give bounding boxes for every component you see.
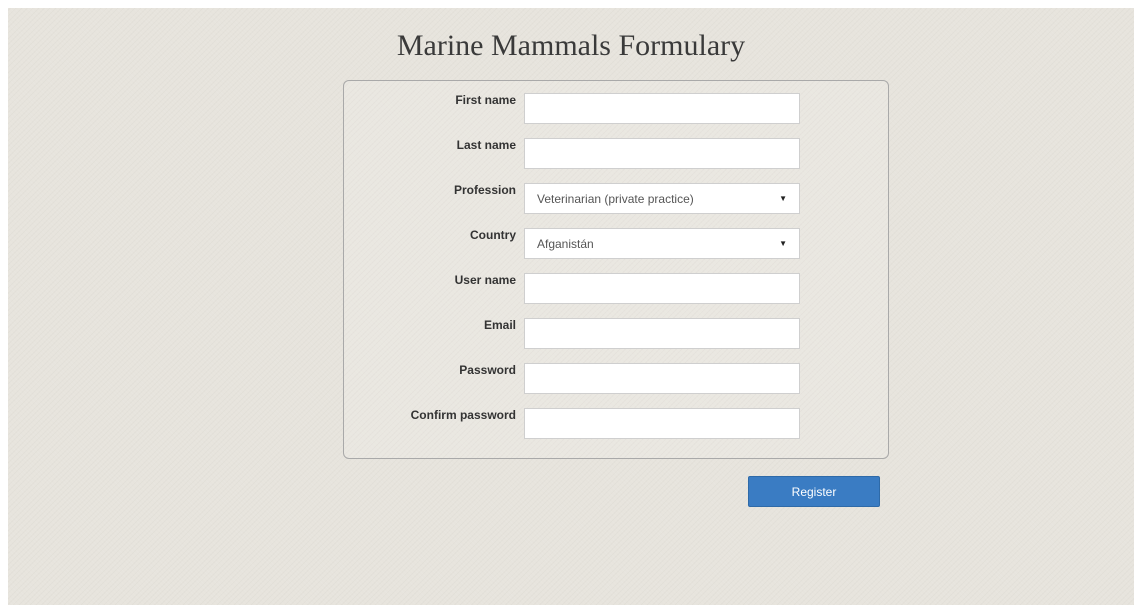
first-name-input[interactable] xyxy=(524,93,800,124)
profession-select[interactable]: Veterinarian (private practice) ▼ xyxy=(524,183,800,214)
caret-down-icon: ▼ xyxy=(779,194,787,203)
profession-selected-value: Veterinarian (private practice) xyxy=(537,191,694,206)
country-select[interactable]: Afganistán ▼ xyxy=(524,228,800,259)
user-name-input[interactable] xyxy=(524,273,800,304)
password-label: Password xyxy=(459,363,516,377)
confirm-password-input[interactable] xyxy=(524,408,800,439)
register-button[interactable]: Register xyxy=(748,476,880,507)
email-row: Email xyxy=(344,317,888,349)
last-name-label: Last name xyxy=(456,138,516,152)
country-label: Country xyxy=(470,228,516,242)
email-label: Email xyxy=(483,318,516,332)
confirm-password-label: Confirm password xyxy=(410,408,516,422)
email-input[interactable] xyxy=(524,318,800,349)
user-name-row: User name xyxy=(344,272,888,304)
registration-form: First name Last name Profession Veterina… xyxy=(343,80,889,459)
last-name-row: Last name xyxy=(344,137,888,169)
page-background: Marine Mammals Formulary First name Last… xyxy=(8,8,1134,605)
password-input[interactable] xyxy=(524,363,800,394)
password-row: Password xyxy=(344,362,888,394)
user-name-label: User name xyxy=(454,273,516,287)
country-selected-value: Afganistán xyxy=(537,236,594,251)
country-row: Country Afganistán ▼ xyxy=(344,227,888,259)
first-name-label: First name xyxy=(455,93,516,107)
last-name-input[interactable] xyxy=(524,138,800,169)
profession-label: Profession xyxy=(453,183,516,197)
first-name-row: First name xyxy=(344,92,888,124)
profession-row: Profession Veterinarian (private practic… xyxy=(344,182,888,214)
page-title: Marine Mammals Formulary xyxy=(396,29,746,62)
caret-down-icon: ▼ xyxy=(779,239,787,248)
confirm-password-row: Confirm password xyxy=(344,407,888,439)
